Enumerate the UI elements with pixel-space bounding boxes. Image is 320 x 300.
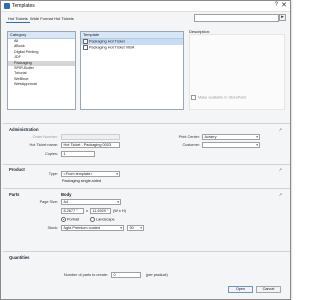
print-center-label: Print Center:: [178, 135, 200, 139]
stock-select[interactable]: Agfa Premium coated ▾: [61, 225, 124, 231]
template-label: Packaging Hot Ticket: [89, 39, 125, 44]
print-center-select[interactable]: Actarry ▾: [202, 134, 260, 140]
title-bar: Templates ? ✕: [1, 1, 290, 12]
chevron-down-icon: ▾: [256, 143, 258, 147]
portrait-radio[interactable]: Portrait: [61, 217, 79, 222]
page-size-select[interactable]: A4 ▾: [61, 199, 121, 205]
parts-title: Parts: [9, 192, 20, 197]
tab-hot-tickets[interactable]: Hot Tickets: [6, 15, 30, 23]
app-icon: [4, 3, 10, 9]
page-size-value: A4: [63, 200, 69, 204]
template-label: Packaging Hot Ticket VIBA: [89, 45, 135, 50]
quantities-section: Quantities: [3, 251, 290, 282]
checkbox-icon: [191, 95, 196, 100]
height-field[interactable]: 11.6929 ": [90, 208, 111, 214]
print-center-value: Actarry: [204, 135, 217, 139]
body-title: Body: [61, 192, 72, 197]
search-input[interactable]: [194, 14, 279, 22]
help-icon[interactable]: ?: [275, 2, 278, 8]
templates-dialog: Templates ? ✕ Hot Tickets Wide Format Ho…: [0, 0, 291, 300]
copies-field[interactable]: 1: [61, 151, 95, 157]
category-panel: Category All dBook Digital Printing JDF …: [7, 31, 76, 110]
times-sign: x: [86, 209, 88, 213]
copies-label: Copies:: [45, 152, 58, 156]
customer-label: Customer:: [182, 143, 200, 147]
stock-weight-select[interactable]: 90 ▾: [127, 225, 144, 231]
hot-ticket-name-field[interactable]: Hot Ticket - Packaging 0003: [61, 142, 120, 148]
publish-checkbox[interactable]: Make available to StorePoint: [191, 95, 246, 100]
type-select[interactable]: <From template> ▾: [61, 171, 120, 177]
type-value: <From template>: [63, 172, 93, 176]
cancel-button[interactable]: Cancel: [256, 286, 281, 293]
open-button[interactable]: Open: [228, 286, 253, 293]
chevron-down-icon: ▾: [140, 226, 142, 230]
category-header: Category: [8, 32, 75, 39]
per-product-note: (per product): [146, 273, 168, 277]
hot-ticket-name-label: Hot Ticket name:: [29, 143, 59, 147]
administration-title: Administration: [9, 127, 39, 132]
parts-count-field[interactable]: 0: [111, 272, 141, 278]
close-icon[interactable]: ✕: [281, 1, 287, 9]
dimension-hint: (W x H): [113, 209, 126, 213]
template-icon: [83, 39, 88, 44]
pin-icon[interactable]: ↗: [279, 192, 282, 197]
stock-label: Stock:: [47, 226, 58, 230]
parts-section: Parts Body ↗: [3, 188, 290, 251]
type-note: Packaging single-sided: [62, 179, 102, 183]
landscape-radio[interactable]: Landscape: [90, 217, 115, 222]
radio-icon: [90, 217, 95, 222]
stock-value: Agfa Premium coated: [63, 226, 101, 230]
template-panel: Template Packaging Hot Ticket Packaging …: [80, 31, 184, 110]
template-icon: [83, 44, 88, 50]
quantities-title: Quantities: [9, 255, 30, 260]
window-title: Templates: [12, 3, 35, 9]
tab-wide-format-hot-tickets[interactable]: Wide Format Hot Tickets: [28, 15, 76, 22]
category-item-webapproval[interactable]: WebApproval: [8, 82, 75, 87]
page-size-label: Page Size:: [39, 200, 58, 204]
publish-label: Make available to StorePoint: [198, 95, 247, 100]
pin-icon[interactable]: ↗: [279, 127, 282, 132]
template-header: Template: [81, 32, 183, 39]
chevron-down-icon: ▾: [116, 172, 118, 176]
chevron-down-icon: ▾: [256, 135, 258, 139]
width-field[interactable]: 8.2677 ": [61, 208, 84, 214]
stock-weight-value: 90: [129, 226, 134, 230]
radio-icon: [61, 217, 66, 222]
chevron-down-icon: ▾: [117, 200, 119, 204]
landscape-label: Landscape: [96, 217, 115, 222]
type-label: Type:: [48, 172, 58, 176]
search-button[interactable]: ▸: [279, 14, 286, 21]
parts-count-label: Number of parts to create:: [63, 273, 108, 277]
order-number-field[interactable]: [61, 134, 120, 140]
chevron-down-icon: ▾: [120, 226, 122, 230]
portrait-label: Portrait: [67, 217, 80, 222]
pin-icon[interactable]: ↗: [279, 167, 282, 172]
template-item[interactable]: Packaging Hot Ticket VIBA: [81, 44, 183, 51]
order-number-label: Order Number:: [32, 135, 58, 139]
customer-select[interactable]: ▾: [202, 142, 260, 148]
